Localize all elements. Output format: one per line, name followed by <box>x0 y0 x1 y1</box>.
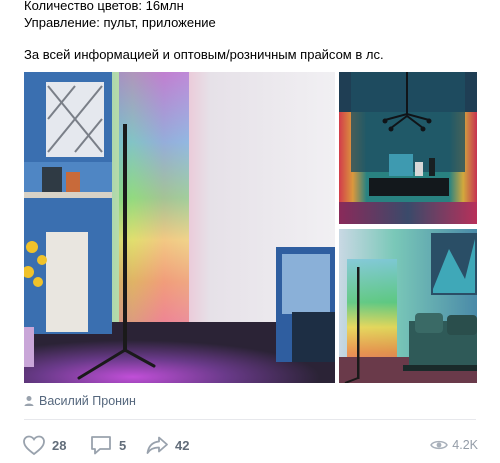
share-arrow-icon <box>145 434 169 456</box>
comment-button[interactable]: 5 <box>89 434 126 456</box>
post-text-colors: Количество цветов: 16млн <box>24 0 184 13</box>
heart-icon <box>22 434 46 456</box>
author-name: Василий Пронин <box>39 394 136 408</box>
bedroom-image <box>339 229 477 383</box>
comment-icon <box>89 434 113 456</box>
post-author[interactable]: Василий Пронин <box>22 393 136 409</box>
like-button[interactable]: 28 <box>22 434 66 456</box>
bedroom-lamp-photo[interactable] <box>339 229 477 383</box>
living-room-image <box>339 72 477 224</box>
corner-lamp-room-image <box>24 72 335 383</box>
person-icon <box>22 394 36 408</box>
views-count: 4.2K <box>452 438 478 452</box>
corner-lamp-room-photo[interactable] <box>24 72 335 383</box>
living-room-tv-photo[interactable] <box>339 72 477 224</box>
like-count: 28 <box>52 437 67 453</box>
post-text-control: Управление: пульт, приложение <box>24 15 216 30</box>
comment-count: 5 <box>119 437 127 453</box>
views-counter: 4.2K <box>430 436 478 454</box>
post-text-contact: За всей информацией и оптовым/розничным … <box>24 47 384 62</box>
footer-divider <box>24 419 476 420</box>
share-button[interactable]: 42 <box>145 434 189 456</box>
eye-icon <box>430 438 449 452</box>
share-count: 42 <box>175 437 190 453</box>
